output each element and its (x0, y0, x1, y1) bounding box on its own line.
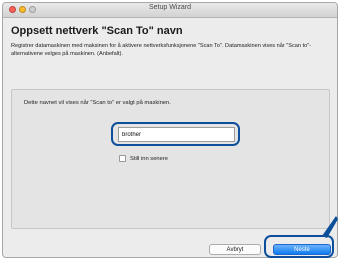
pointer-arrow-icon (322, 216, 338, 238)
scan-to-name-input[interactable] (118, 127, 235, 142)
setup-wizard-window: Setup Wizard Oppsett nettverk "Scan To" … (2, 2, 338, 258)
name-field-label: Dette navnet vil vises når "Scan to" er … (24, 100, 171, 106)
title-bar: Setup Wizard (3, 3, 337, 18)
set-later-checkbox[interactable] (119, 155, 126, 162)
page-description: Registrer datamaskinen med maksinen for … (11, 43, 312, 57)
window-title: Setup Wizard (148, 4, 192, 11)
page-title: Oppsett nettverk "Scan To" navn (11, 25, 183, 37)
settings-panel: Dette navnet vil vises når "Scan to" er … (11, 89, 330, 229)
cancel-button[interactable]: Avbryt (209, 244, 261, 255)
set-later-label[interactable]: Still inn senere (130, 156, 168, 162)
set-later-option[interactable]: Still inn senere (119, 155, 168, 162)
next-button[interactable]: Neste (273, 244, 331, 255)
